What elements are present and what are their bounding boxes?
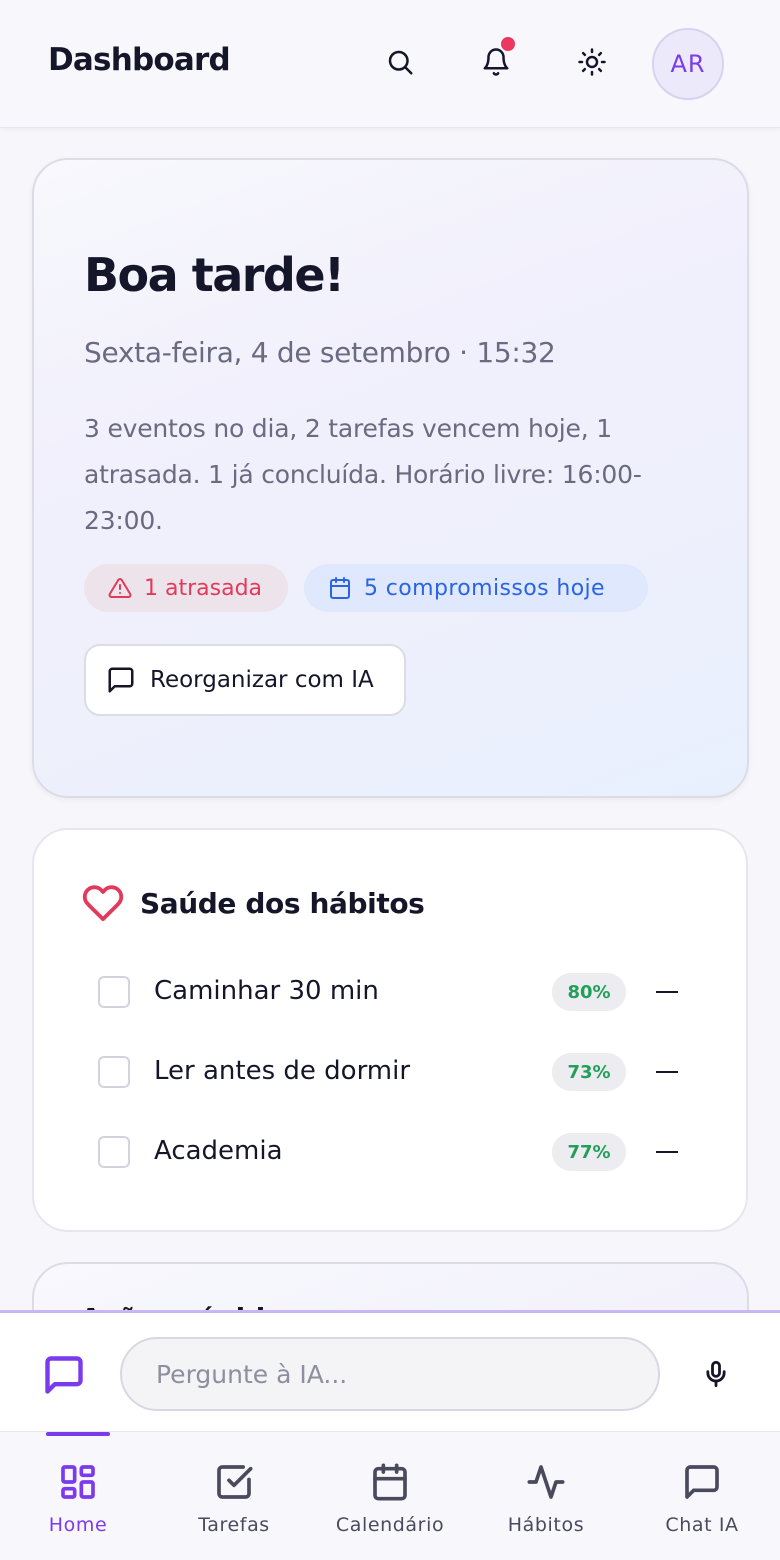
nav-item-chat-ia[interactable]: Chat IA	[632, 1462, 772, 1536]
nav-label: Tarefas	[198, 1514, 270, 1536]
greeting-title: Boa tarde!	[84, 248, 345, 302]
calendar-icon	[330, 577, 350, 599]
sun-icon	[578, 48, 606, 76]
appointments-chip[interactable]: 5 compromissos hoje	[304, 564, 648, 612]
page-title: Dashboard	[48, 42, 231, 78]
minus-icon[interactable]	[656, 991, 678, 993]
habit-name: Caminhar 30 min	[154, 976, 379, 1006]
nav-item-tarefas[interactable]: Tarefas	[164, 1462, 304, 1536]
reorganize-ai-label: Reorganizar com IA	[150, 667, 374, 693]
nav-label: Home	[48, 1514, 108, 1536]
bell-icon	[483, 48, 509, 76]
greeting-card: Boa tarde! Sexta-feira, 4 de setembro · …	[32, 158, 749, 798]
habit-row: Caminhar 30 min 80%	[98, 972, 698, 1012]
nav-item-calendario[interactable]: Calendário	[320, 1462, 460, 1536]
top-header: Dashboard AR	[0, 0, 780, 128]
microphone-icon	[706, 1360, 726, 1388]
nav-label: Calendário	[335, 1514, 445, 1536]
checkbox-icon	[217, 1465, 253, 1499]
active-tab-indicator	[46, 1432, 110, 1436]
greeting-summary: 3 eventos no dia, 2 tarefas vencem hoje,…	[84, 414, 642, 535]
message-square-icon	[45, 1356, 83, 1394]
nav-item-habitos[interactable]: Hábitos	[476, 1462, 616, 1536]
search-button[interactable]	[380, 42, 420, 82]
nav-item-home[interactable]: Home	[8, 1462, 148, 1536]
habit-checkbox[interactable]	[98, 1136, 130, 1168]
nav-label: Chat IA	[665, 1514, 739, 1536]
habit-checkbox[interactable]	[98, 976, 130, 1008]
habits-card: Saúde dos hábitos Caminhar 30 min 80% Le…	[32, 828, 748, 1232]
notification-dot	[501, 37, 515, 51]
user-avatar[interactable]: AR	[652, 28, 724, 100]
appointments-chip-label: 5 compromissos hoje	[364, 575, 605, 601]
heart-icon	[82, 885, 124, 922]
calendar-icon	[373, 1463, 407, 1501]
nav-label: Hábitos	[507, 1514, 585, 1536]
habit-checkbox[interactable]	[98, 1056, 130, 1088]
alert-triangle-icon	[108, 577, 132, 598]
message-square-icon	[108, 667, 134, 693]
minus-icon[interactable]	[656, 1071, 678, 1073]
theme-toggle-button[interactable]	[572, 42, 612, 82]
minus-icon[interactable]	[656, 1151, 678, 1153]
notifications-button[interactable]	[476, 37, 516, 82]
habit-name: Academia	[154, 1136, 283, 1166]
greeting-date: Sexta-feira, 4 de setembro · 15:32	[84, 336, 556, 369]
habits-title: Saúde dos hábitos	[140, 886, 425, 920]
search-icon	[388, 50, 413, 75]
ai-chat-input[interactable]	[120, 1337, 660, 1411]
microphone-button[interactable]	[702, 1359, 730, 1389]
grid-icon	[61, 1465, 95, 1499]
habit-row: Ler antes de dormir 73%	[98, 1052, 698, 1092]
habit-percent-badge: 80%	[552, 973, 626, 1011]
overdue-chip-label: 1 atrasada	[144, 575, 263, 601]
reorganize-ai-button[interactable]: Reorganizar com IA	[84, 644, 406, 716]
habits-header: Saúde dos hábitos	[82, 882, 425, 924]
habit-percent-badge: 77%	[552, 1133, 626, 1171]
chat-bar-icon-button[interactable]	[42, 1353, 86, 1397]
habit-row: Academia 77%	[98, 1132, 698, 1172]
bottom-navigation: Home Tarefas Calendário Hábitos Chat IA	[0, 1432, 780, 1560]
habit-percent-badge: 73%	[552, 1053, 626, 1091]
activity-icon	[527, 1465, 565, 1499]
chat-icon	[685, 1465, 719, 1499]
ai-chat-bar	[0, 1310, 780, 1432]
overdue-chip[interactable]: 1 atrasada	[84, 564, 288, 612]
habit-name: Ler antes de dormir	[154, 1056, 411, 1086]
